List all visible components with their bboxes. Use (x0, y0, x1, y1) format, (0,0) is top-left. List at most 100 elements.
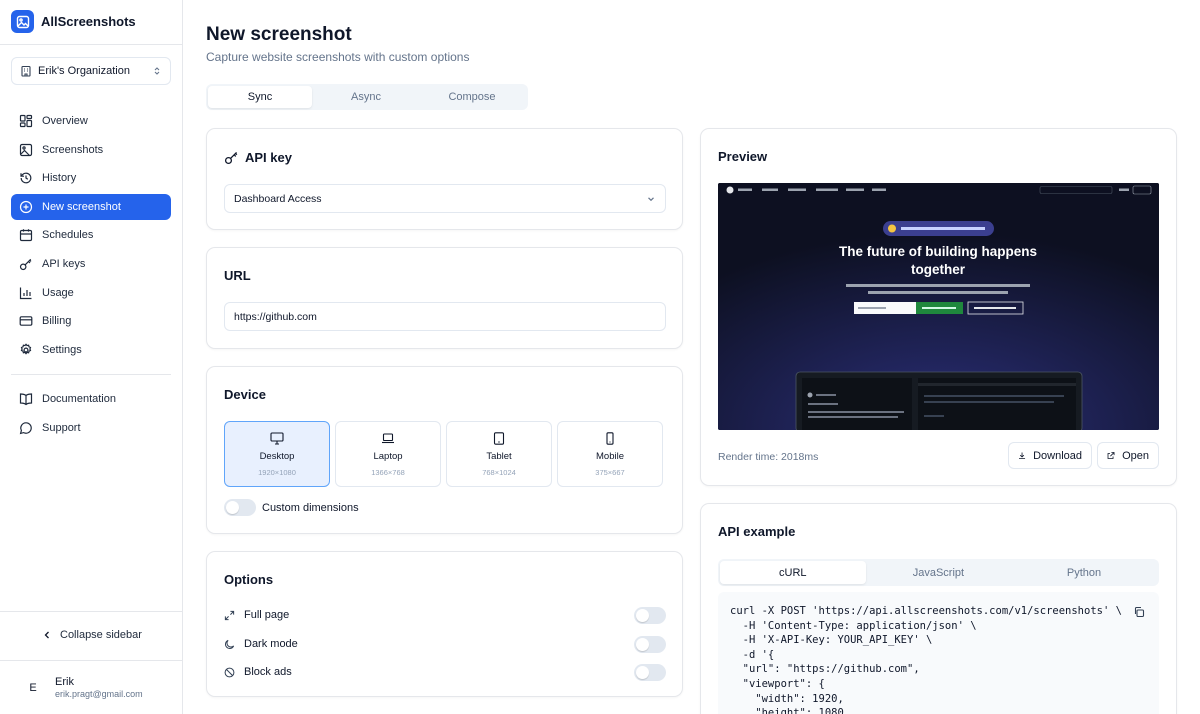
plus-circle-icon (19, 200, 33, 213)
option-full-page: Full page (224, 605, 666, 625)
laptop-icon (382, 433, 394, 444)
sidebar-item-label: Schedules (42, 229, 94, 242)
app-name: AllScreenshots (41, 14, 136, 29)
tab-compose[interactable]: Compose (420, 86, 524, 108)
download-button[interactable]: Download (1008, 442, 1092, 469)
tab-curl[interactable]: cURL (720, 561, 866, 584)
device-dims: 1366×768 (371, 468, 405, 477)
url-title: URL (224, 268, 251, 283)
api-key-select[interactable]: Dashboard Access (224, 184, 666, 213)
grid-icon (19, 114, 33, 128)
moon-icon (225, 639, 235, 649)
open-button[interactable]: Open (1097, 442, 1159, 469)
divider (0, 660, 182, 661)
sidebar-item-new-screenshot[interactable]: New screenshot (11, 193, 171, 220)
calendar-icon (19, 229, 33, 242)
preview-card: Preview The future of building happens t… (700, 128, 1177, 486)
page-title: New screenshot (206, 24, 352, 45)
chat-icon (19, 421, 32, 434)
divider (0, 44, 182, 45)
collapse-sidebar-label: Collapse sidebar (60, 629, 142, 641)
language-tabs: cURL JavaScript Python (718, 559, 1159, 586)
sidebar-item-history[interactable]: History (11, 165, 171, 191)
sidebar-item-label: Support (42, 421, 81, 434)
tablet-icon (493, 432, 505, 445)
full-page-toggle[interactable] (634, 606, 666, 624)
logo-icon (11, 10, 34, 33)
tab-javascript[interactable]: JavaScript (866, 561, 1012, 584)
device-options: Desktop 1920×1080 Laptop 1366×768 Tablet… (224, 421, 663, 487)
sidebar-item-label: Documentation (42, 393, 116, 405)
device-option-laptop[interactable]: Laptop 1366×768 (335, 421, 441, 487)
sidebar-item-support[interactable]: Support (11, 415, 171, 441)
device-name: Tablet (486, 451, 512, 462)
options-card: Options Full page Dark mode Block ads (206, 551, 683, 697)
sidebar-item-screenshots[interactable]: Screenshots (11, 137, 171, 163)
api-key-selected-value: Dashboard Access (234, 192, 322, 205)
option-label: Full page (244, 609, 290, 621)
device-dims: 768×1024 (482, 468, 516, 477)
tab-sync[interactable]: Sync (208, 86, 312, 108)
copy-button[interactable] (1133, 606, 1145, 621)
sidebar-item-schedules[interactable]: Schedules (11, 222, 171, 248)
sidebar-item-usage[interactable]: Usage (11, 280, 171, 306)
chevron-left-icon (44, 631, 49, 639)
screenshot-preview[interactable]: The future of building happens together (718, 183, 1159, 430)
api-key-card: API key Dashboard Access (206, 128, 683, 230)
api-example-card: API example cURL JavaScript Python curl … (700, 503, 1177, 714)
sidebar: AllScreenshots Erik's Organization Overv… (0, 0, 183, 714)
sidebar-item-label: Screenshots (42, 143, 104, 156)
dark-mode-toggle[interactable] (634, 635, 666, 653)
history-icon (20, 172, 32, 184)
collapse-sidebar-button[interactable]: Collapse sidebar (42, 629, 142, 641)
sidebar-item-settings[interactable]: Settings (11, 337, 171, 363)
image-icon (19, 143, 33, 156)
chevron-down-icon (648, 196, 654, 201)
custom-dimensions-toggle[interactable] (224, 499, 256, 516)
options-title: Options (224, 572, 274, 587)
device-card: Device Desktop 1920×1080 Laptop 1366×768… (206, 366, 683, 534)
download-icon (1019, 452, 1026, 459)
page-subtitle: Capture website screenshots with custom … (206, 50, 470, 64)
device-option-mobile[interactable]: Mobile 375×667 (557, 421, 663, 487)
tab-async[interactable]: Async (314, 86, 418, 108)
sidebar-item-documentation[interactable]: Documentation (11, 386, 171, 412)
user-profile[interactable]: E Erik erik.pragt@gmail.com (24, 676, 142, 699)
ban-icon (224, 667, 235, 677)
sidebar-item-label: History (42, 172, 77, 185)
organization-switcher[interactable]: Erik's Organization (11, 57, 171, 85)
render-time: Render time: 2018ms (718, 451, 819, 463)
smartphone-icon (606, 432, 614, 445)
device-option-tablet[interactable]: Tablet 768×1024 (446, 421, 552, 487)
sidebar-item-label: API keys (42, 257, 86, 270)
screenshot-headline-line-1: The future of building happens (839, 244, 1037, 259)
screenshot-headline-line-2: together (911, 262, 966, 277)
sidebar-item-overview[interactable]: Overview (11, 108, 171, 134)
expand-icon (224, 610, 235, 620)
divider (0, 611, 182, 612)
monitor-icon (270, 432, 284, 445)
external-link-icon (1107, 452, 1115, 459)
option-label: Dark mode (244, 638, 298, 650)
sidebar-item-api-keys[interactable]: API keys (11, 251, 171, 277)
main-nav: Overview Screenshots History New screens… (11, 108, 171, 365)
chevron-updown-icon (154, 67, 160, 75)
download-label: Download (1033, 449, 1082, 462)
block-ads-toggle[interactable] (634, 663, 666, 681)
user-name: Erik (55, 676, 74, 688)
sidebar-item-label: Overview (42, 115, 88, 127)
url-input[interactable]: https://github.com (224, 302, 666, 331)
screenshot-preview-image: The future of building happens together (718, 183, 1159, 430)
sidebar-item-label: New screenshot (42, 200, 121, 213)
option-dark-mode: Dark mode (224, 634, 666, 654)
sidebar-item-billing[interactable]: Billing (11, 308, 171, 334)
url-card: URL https://github.com (206, 247, 683, 349)
sidebar-item-label: Billing (42, 315, 72, 328)
device-title: Device (224, 387, 266, 402)
book-icon (19, 393, 33, 406)
building-icon (21, 65, 31, 77)
device-option-desktop[interactable]: Desktop 1920×1080 (224, 421, 330, 487)
brand[interactable]: AllScreenshots (11, 10, 136, 33)
code-block: curl -X POST 'https://api.allscreenshots… (718, 592, 1159, 714)
tab-python[interactable]: Python (1011, 561, 1157, 584)
